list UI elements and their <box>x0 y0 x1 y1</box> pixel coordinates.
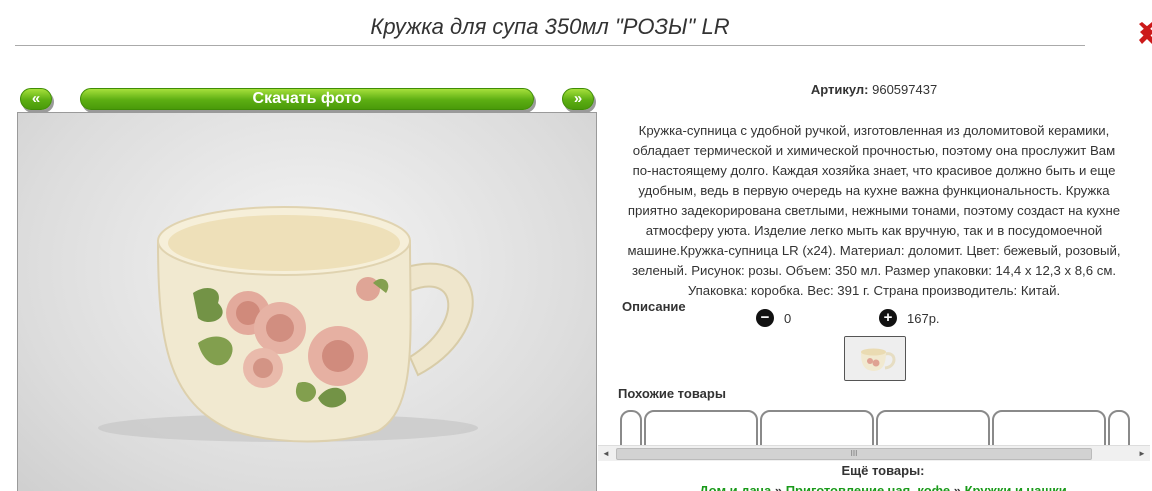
description-line: по-настоящему долго. Каждая хозяйка знае… <box>632 163 1116 178</box>
description-line: обладает термической и химической прочно… <box>632 143 1116 158</box>
similar-product-card[interactable] <box>992 410 1106 447</box>
title-divider <box>15 45 1085 46</box>
price-value: 167р. <box>907 310 940 326</box>
quantity-control: − 0 <box>756 309 791 327</box>
scroll-left-icon[interactable]: ◄ <box>598 447 614 461</box>
article-line: Артикул: 960597437 <box>600 82 1148 97</box>
description-tab[interactable]: Описание <box>622 299 686 314</box>
more-products-heading: Ещё товары: <box>841 463 925 478</box>
quantity-value: 0 <box>784 310 792 326</box>
breadcrumb-link[interactable]: Приготовление чая, кофе <box>786 483 950 491</box>
similar-products-carousel <box>600 407 1148 447</box>
next-photo-button[interactable]: » <box>562 88 594 110</box>
scrollbar-thumb[interactable]: III <box>616 448 1092 460</box>
close-icon[interactable] <box>1136 16 1152 50</box>
price-control: + 167р. <box>879 309 940 327</box>
similar-products-heading: Похожие товары <box>618 386 726 401</box>
photo-thumbnail[interactable] <box>844 336 906 381</box>
similar-product-card[interactable] <box>876 410 990 447</box>
minus-icon[interactable]: − <box>756 309 774 327</box>
page-root: Кружка для супа 350мл "РОЗЫ" LR « Скачат… <box>0 0 1152 491</box>
page-title: Кружка для супа 350мл "РОЗЫ" LR <box>370 14 730 39</box>
horizontal-scrollbar[interactable]: ◄ III ► <box>598 445 1150 461</box>
similar-product-card[interactable] <box>644 410 758 447</box>
plus-icon[interactable]: + <box>879 309 897 327</box>
description-line: Упаковка: коробка. Вес: 391 г. Страна пр… <box>687 283 1061 298</box>
prev-photo-button[interactable]: « <box>20 88 52 110</box>
breadcrumb-separator: » <box>774 483 783 491</box>
description-line: Кружка-супница с удобной ручкой, изготов… <box>638 123 1110 138</box>
category-breadcrumb: Дом и дача » Приготовление чая, кофе » К… <box>600 483 1152 491</box>
description-line: машине.Кружка-супница LR (x24). Материал… <box>627 243 1121 258</box>
description-line: атмосферу уюта. Изделие легко мыть как в… <box>645 223 1103 238</box>
similar-product-card[interactable] <box>760 410 874 447</box>
product-description: Кружка-супница с удобной ручкой, изготов… <box>600 121 1148 301</box>
description-line: приятно задекорирована светлыми, нежными… <box>627 203 1121 218</box>
scroll-right-icon[interactable]: ► <box>1134 447 1150 461</box>
article-label: Артикул: <box>810 82 869 97</box>
breadcrumb-link[interactable]: Дом и дача <box>699 483 771 491</box>
mug-thumbnail-image <box>845 337 905 380</box>
product-photo <box>17 112 597 491</box>
description-line: удобным, ведь в первую очередь на кухне … <box>638 183 1110 198</box>
breadcrumb-link[interactable]: Кружки и чашки <box>965 483 1067 491</box>
article-value: 960597437 <box>872 82 938 97</box>
description-line: зеленый. Рисунок: розы. Объем: 350 мл. Р… <box>631 263 1117 278</box>
download-photo-button[interactable]: Скачать фото <box>80 88 534 110</box>
breadcrumb-separator: » <box>953 483 961 491</box>
similar-product-card[interactable] <box>1108 410 1130 447</box>
similar-product-card[interactable] <box>620 410 642 447</box>
mug-image <box>98 206 478 443</box>
